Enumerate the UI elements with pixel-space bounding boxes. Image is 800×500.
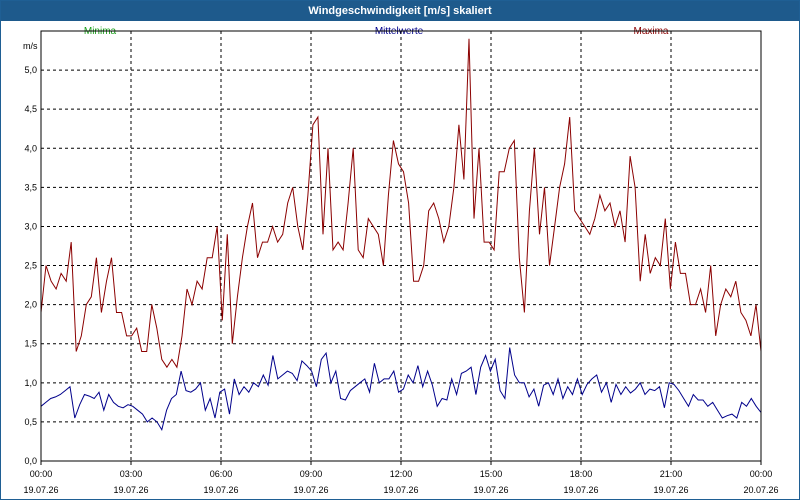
x-tick-time: 03:00	[120, 469, 143, 479]
x-tick-time: 15:00	[480, 469, 503, 479]
x-tick-time: 00:00	[30, 469, 53, 479]
y-tick-label: 1,0	[24, 378, 37, 388]
chart-window: Windgeschwindigkeit [m/s] skaliert Minim…	[0, 0, 800, 500]
x-tick-date: 19.07.26	[23, 485, 58, 495]
x-tick-time: 18:00	[570, 469, 593, 479]
x-tick-date: 19.07.26	[653, 485, 688, 495]
plot-frame	[40, 30, 762, 462]
x-tick-time: 12:00	[390, 469, 413, 479]
x-tick-date: 19.07.26	[473, 485, 508, 495]
x-tick-time: 21:00	[660, 469, 683, 479]
x-tick-time: 06:00	[210, 469, 233, 479]
y-axis-unit-label: m/s	[23, 41, 38, 51]
wind-speed-chart: Minima Mittelwerte Maxima m/s 0,00,51,01…	[23, 26, 779, 495]
y-tick-label: 0,5	[24, 417, 37, 427]
x-tick-date: 19.07.26	[293, 485, 328, 495]
y-tick-label: 4,0	[24, 143, 37, 153]
series-line-maxima	[40, 38, 762, 369]
x-tick-time: 09:00	[300, 469, 323, 479]
x-tick-date: 19.07.26	[563, 485, 598, 495]
y-tick-label: 0,0	[24, 456, 37, 466]
x-tick-date: 19.07.26	[383, 485, 418, 495]
window-title: Windgeschwindigkeit [m/s] skaliert	[1, 1, 799, 21]
y-tick-label: 2,0	[24, 300, 37, 310]
grid-lines	[41, 31, 761, 462]
y-tick-label: 4,5	[24, 104, 37, 114]
x-tick-date: 19.07.26	[203, 485, 238, 495]
y-axis-ticks: 0,0 0,5 1,0 1,5 2,0 2,5 3,0 3,5 4,0 4,5 5,0	[24, 65, 37, 466]
y-tick-label: 1,5	[24, 339, 37, 349]
x-tick-date: 20.07.26	[743, 485, 778, 495]
x-axis-ticks: 00:00 19.07.26 03:00 19.07.26 06:00 19.07.26 0…	[23, 461, 779, 495]
x-tick-time: 00:00	[750, 469, 773, 479]
y-tick-label: 3,5	[24, 182, 37, 192]
y-tick-label: 2,5	[24, 261, 37, 271]
y-tick-label: 5,0	[24, 65, 37, 75]
y-tick-label: 3,0	[24, 221, 37, 231]
x-tick-date: 19.07.26	[113, 485, 148, 495]
